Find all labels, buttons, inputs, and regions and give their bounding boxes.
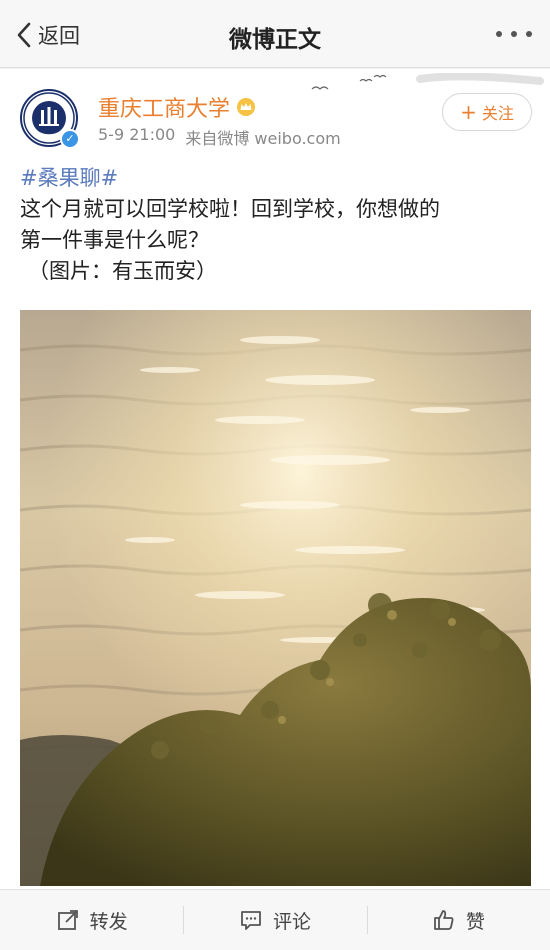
more-dots-icon (496, 31, 502, 37)
plus-icon: + (460, 100, 477, 124)
post-source: 来自微博 weibo.com (185, 129, 341, 148)
verified-badge: ✓ (60, 129, 80, 149)
like-button[interactable]: 赞 (366, 890, 550, 950)
page-title: 微博正文 (229, 27, 321, 53)
author-row: 重庆工商大学 (98, 91, 256, 123)
like-label: 赞 (465, 910, 485, 933)
follow-label: 关注 (481, 104, 514, 123)
comment-icon (241, 911, 261, 930)
post-content: #桑果聊# 这个月就可以回学校啦！回到学校，你想做的 第一件事是什么呢？ （图片… (20, 163, 535, 287)
bottom-action-bar: 转发 评论 赞 (0, 889, 550, 950)
author-name[interactable]: 重庆工商大学 (98, 91, 230, 123)
thumbs-up-icon (433, 910, 454, 930)
post-text-line-1: 这个月就可以回学校啦！回到学校，你想做的 (20, 197, 440, 221)
post-text-line-2: 第一件事是什么呢？ (20, 228, 209, 252)
hashtag-link[interactable]: #桑果聊# (20, 163, 535, 194)
post-time: 5-9 21:00 (98, 125, 176, 144)
crown-icon (237, 98, 256, 116)
top-nav-bar: 返回 微博正文 (0, 0, 550, 68)
follow-button[interactable]: + 关注 (442, 93, 532, 131)
sunset-sea-image (20, 310, 531, 886)
photo-credit: （图片：有玉而安） (28, 259, 217, 283)
comment-label: 评论 (272, 910, 311, 933)
weibo-post: ✓ 重庆工商大学 5-9 21:00 来自微博 weibo.com + 关注 #… (0, 69, 550, 889)
repost-button[interactable]: 转发 (0, 890, 183, 950)
post-photo[interactable] (20, 310, 531, 886)
repost-label: 转发 (89, 910, 128, 933)
repost-icon (57, 910, 78, 930)
comment-button[interactable]: 评论 (183, 890, 366, 950)
post-meta: 5-9 21:00 来自微博 weibo.com (98, 125, 341, 149)
more-options-button[interactable] (496, 27, 532, 41)
